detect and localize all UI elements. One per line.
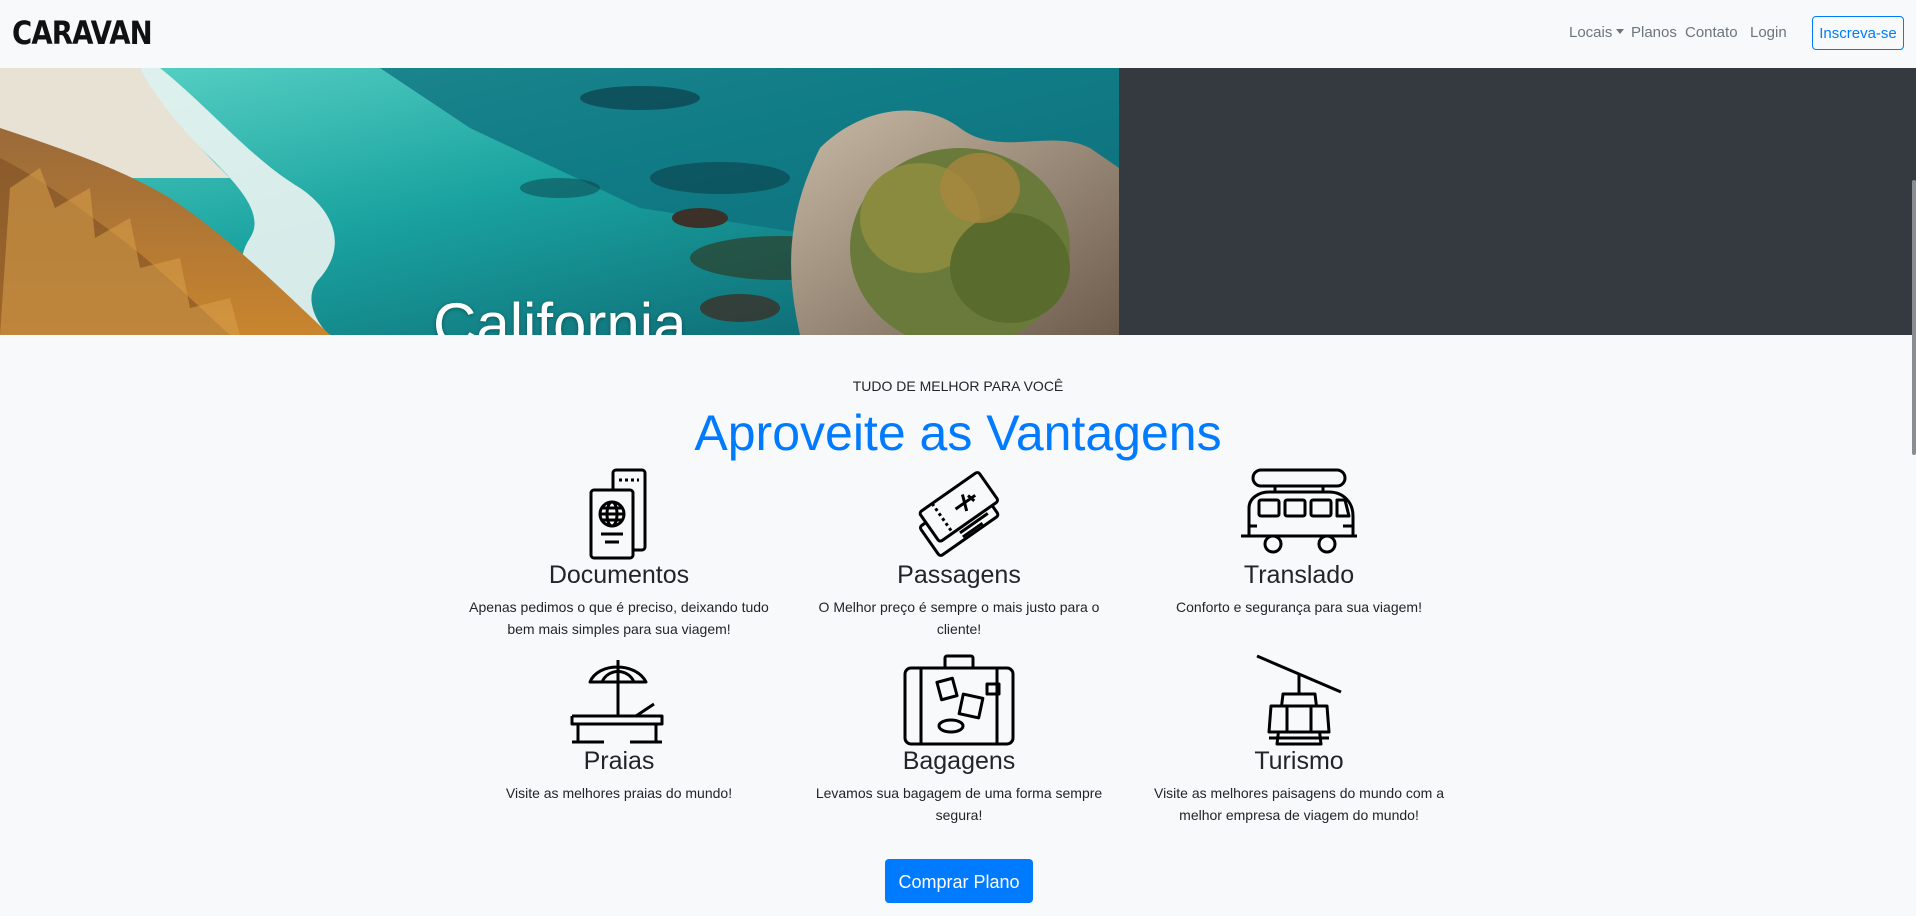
page-scrollbar[interactable] (1912, 180, 1916, 455)
hero-dark-panel (1119, 68, 1916, 335)
section-title: Aproveite as Vantagens (694, 405, 1222, 461)
nav-contato-link[interactable]: Contato (1685, 24, 1738, 41)
nav-planos-link[interactable]: Planos (1631, 24, 1677, 41)
feature-description-line: cliente! (936, 621, 982, 637)
feature-description-line: melhor empresa de viagem do mundo! (1179, 807, 1419, 823)
buy-plan-button[interactable]: Comprar Plano (885, 859, 1033, 903)
feature-description-line: Visite as melhores praias do mundo! (505, 785, 733, 801)
brand-logo[interactable]: CARAVAN (12, 14, 153, 52)
caret-down-icon (1616, 29, 1625, 34)
feature-turismo: Turismo Visite as melhores paisagens do … (1149, 654, 1449, 826)
feature-description: Levamos sua bagagem de uma forma sempre … (809, 782, 1109, 826)
navbar: CARAVAN Locais Planos Contato Login Insc… (0, 0, 1916, 69)
hero-carousel-image[interactable]: California (0, 68, 1119, 335)
feature-title: Translado (1243, 561, 1355, 589)
feature-translado: Translado Conforto e segurança para sua … (1149, 468, 1449, 618)
feature-description-line: Visite as melhores paisagens do mundo co… (1153, 785, 1444, 801)
feature-description-line: O Melhor preço é sempre o mais justo par… (818, 599, 1100, 615)
feature-description-line: Levamos sua bagagem de uma forma sempre (815, 785, 1103, 801)
nav-locais-dropdown[interactable]: Locais (1569, 24, 1625, 41)
signup-button[interactable]: Inscreva-se (1812, 16, 1904, 50)
feature-description: Apenas pedimos o que é preciso, deixando… (469, 596, 769, 640)
feature-description: Visite as melhores praias do mundo! (469, 782, 769, 804)
feature-description: Visite as melhores paisagens do mundo co… (1149, 782, 1449, 826)
feature-description-line: Apenas pedimos o que é preciso, deixando… (469, 599, 769, 615)
feature-description-line: Conforto e segurança para sua viagem! (1176, 599, 1422, 615)
suitcase-icon (903, 654, 1015, 746)
feature-description: O Melhor preço é sempre o mais justo par… (809, 596, 1109, 640)
section-eyebrow: TUDO DE MELHOR PARA VOCÊ (852, 378, 1064, 394)
passport-icon (589, 468, 647, 560)
cable-car-icon (1256, 654, 1342, 746)
feature-title: Documentos (548, 561, 690, 589)
feature-documentos: Documentos Apenas pedimos o que é precis… (469, 468, 769, 640)
nav-login-link[interactable]: Login (1750, 24, 1787, 41)
feature-title: Bagagens (902, 747, 1016, 775)
feature-praias: Praias Visite as melhores praias do mund… (469, 654, 769, 804)
feature-title: Praias (583, 747, 655, 775)
carousel-caption: California (433, 291, 687, 335)
feature-description: Conforto e segurança para sua viagem! (1149, 596, 1449, 618)
feature-title: Passagens (897, 561, 1021, 589)
feature-bagagens: Bagagens Levamos sua bagagem de uma form… (809, 654, 1109, 826)
feature-description-line: bem mais simples para sua viagem! (507, 621, 731, 637)
nav-locais-label: Locais (1569, 24, 1613, 41)
feature-passagens: Passagens O Melhor preço é sempre o mais… (809, 468, 1109, 640)
feature-title: Turismo (1254, 747, 1344, 775)
plane-ticket-icon (918, 471, 1000, 557)
van-icon (1241, 468, 1357, 554)
beach-icon (570, 660, 664, 744)
feature-description-line: segura! (935, 807, 983, 823)
